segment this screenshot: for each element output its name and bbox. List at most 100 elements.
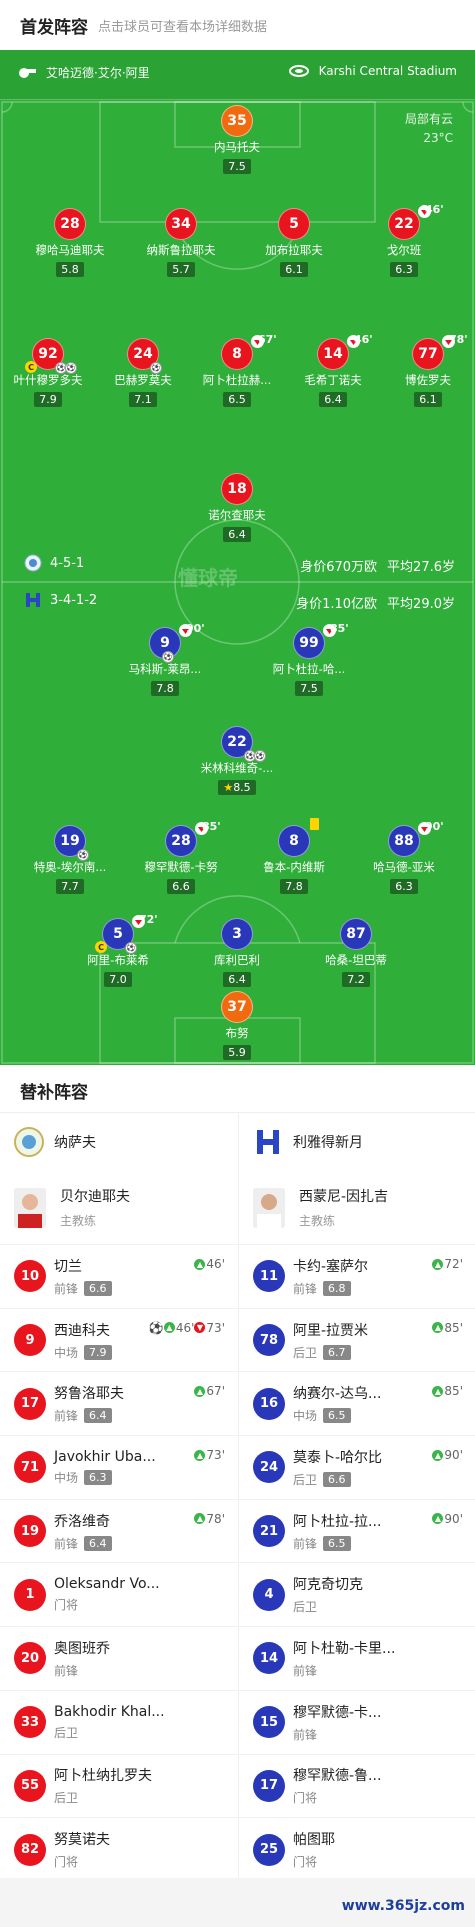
player-position: 后卫 [293, 1600, 318, 1615]
away-coach[interactable]: 西蒙尼-因扎吉 主教练 [239, 1171, 475, 1245]
player-home-3[interactable]: 34 纳斯鲁拉耶夫 5.7 [131, 208, 231, 277]
sub-player-row[interactable]: 55 阿卜杜纳扎罗夫 后卫 [0, 1755, 237, 1819]
player-rating: 6.5 [323, 1535, 351, 1551]
player-rating: 6.1 [414, 392, 442, 407]
sub-player-row[interactable]: 9 西迪科夫 中场 7.9 ⚽ ▲ 46' ▼ 73' [0, 1309, 237, 1373]
player-name: 毛希丁诺夫 [304, 373, 362, 387]
player-rating: 7.5 [223, 159, 251, 174]
player-position: 后卫 [293, 1472, 318, 1487]
player-home-7[interactable]: 24 ⚽ 巴赫罗莫夫 7.1 [93, 338, 193, 407]
player-home-9[interactable]: 14 46' 毛希丁诺夫 6.4 [283, 333, 383, 407]
away-team-age: 平均29.0岁 [387, 597, 455, 612]
player-home-10[interactable]: 77 78' 博佐罗夫 6.1 [378, 333, 475, 407]
player-position-line: 门将 [54, 1596, 160, 1613]
sub-player-row[interactable]: 78 阿里-拉贾米 后卫 6.7 ▲ 85' [239, 1309, 475, 1373]
sub-player-row[interactable]: 16 纳赛尔-达乌... 中场 6.5 ▲ 85' [239, 1372, 475, 1437]
away-team-header[interactable]: 利雅得新月 [239, 1113, 475, 1171]
jersey-number: 3 [221, 918, 253, 950]
sub-in-icon: ▲ [163, 1322, 175, 1334]
player-position: 后卫 [293, 1345, 318, 1360]
player-away-5[interactable]: 28 85' 穆罕默德-卡努 6.6 [131, 820, 231, 894]
player-away-3[interactable]: 22 ⚽ ⚽ 米林科维奇-... ★8.5 [187, 726, 287, 795]
player-away-gk[interactable]: 37 布努 5.9 [187, 991, 287, 1060]
player-name: 加布拉耶夫 [265, 243, 323, 257]
sub-event: ▲ 73' [194, 1448, 225, 1462]
jersey-number: 25 [253, 1833, 285, 1866]
player-away-4[interactable]: 19 ⚽ 特奥-埃尔南... 7.7 [20, 825, 120, 894]
sub-player-row[interactable]: 14 阿卜杜勒-卡里... 前锋 [239, 1627, 475, 1691]
sub-player-row[interactable]: 24 莫泰卜-哈尔比 后卫 6.6 ▲ 90' [239, 1436, 475, 1500]
sub-player-row[interactable]: 10 切兰 前锋 6.6 ▲ 46' [0, 1245, 237, 1309]
stadium-icon [288, 65, 309, 77]
sub-player-row[interactable]: 33 Bakhodir Khal... 后卫 [0, 1691, 237, 1755]
player-away-2[interactable]: 99 85' 阿卜杜拉-哈... 7.5 [259, 622, 359, 696]
player-position-line: 前锋 6.8 [293, 1280, 368, 1297]
player-name: 阿卜杜勒-卡里... [293, 1640, 396, 1657]
jersey-number: 28 85' [165, 820, 221, 857]
player-rating: 6.6 [323, 1471, 351, 1487]
sub-minute: 78' [206, 1511, 225, 1526]
away-team-stats: 身价1.10亿欧 平均29.0岁 [286, 593, 455, 612]
home-team-stats: 身价670万欧 平均27.6岁 [290, 556, 455, 575]
player-name: 乔洛维奇 [54, 1513, 110, 1530]
whistle-icon [19, 67, 36, 78]
jersey-number: 8 67' [221, 333, 277, 370]
sub-minute: 90' [444, 1448, 463, 1463]
sub-player-row[interactable]: 15 穆罕默德-卡... 前锋 [239, 1691, 475, 1755]
player-name: 戈尔班 [386, 243, 422, 257]
sub-player-row[interactable]: 1 Oleksandr Vo... 门将 [0, 1563, 237, 1628]
player-away-1[interactable]: 9 90' ⚽ 马科斯-莱昂... 7.8 [115, 622, 215, 696]
player-home-2[interactable]: 28 穆哈马迪耶夫 5.8 [20, 208, 120, 277]
player-position: 前锋 [293, 1727, 318, 1742]
yellow-card-icon [310, 818, 319, 830]
player-home-6[interactable]: 92 C ⚽ ⚽ 叶什穆罗多夫 7.9 [0, 338, 98, 407]
jersey-number: 21 [253, 1515, 285, 1548]
player-rating: 6.3 [390, 262, 418, 277]
sub-player-row[interactable]: 11 卡约-塞萨尔 前锋 6.8 ▲ 72' [239, 1245, 475, 1309]
player-away-9[interactable]: 3 库利巴利 6.4 [187, 918, 287, 987]
player-home-gk[interactable]: 35 内马托夫 7.5 [187, 105, 287, 174]
player-name: 哈桑-坦巴蒂 [325, 953, 387, 967]
stadium-name: Karshi Central Stadium [318, 64, 457, 78]
sub-player-row[interactable]: 19 乔洛维奇 前锋 6.4 ▲ 78' [0, 1500, 237, 1564]
player-name: 穆罕默德-卡努 [144, 860, 218, 874]
sub-player-row[interactable]: 17 穆罕默德-鲁... 门将 [239, 1755, 475, 1819]
jersey-number: 17 [253, 1769, 285, 1802]
weather-desc: 局部有云 [404, 112, 453, 126]
sub-player-row[interactable]: 17 努鲁洛耶夫 前锋 6.4 ▲ 67' [0, 1372, 237, 1437]
player-position: 前锋 [54, 1663, 79, 1678]
jersey-number: 55 [14, 1769, 46, 1802]
sub-event: ▲ 90' [432, 1512, 463, 1526]
player-away-6[interactable]: 8 鲁本-内维斯 7.8 [244, 818, 344, 894]
player-home-5[interactable]: 22 46' 戈尔班 6.3 [354, 203, 454, 277]
sub-minute-out: 73' [206, 1320, 225, 1335]
match-info-bar: 艾哈迈德·艾尔·阿里 Karshi Central Stadium [0, 50, 475, 100]
coach-role: 主教练 [60, 1214, 97, 1228]
sub-player-row[interactable]: 4 阿克奇切克 后卫 [239, 1563, 475, 1628]
player-home-4[interactable]: 5 加布拉耶夫 6.1 [244, 208, 344, 277]
sub-player-row[interactable]: 25 帕图耶 门将 [239, 1818, 475, 1882]
sub-player-row[interactable]: 21 阿卜杜拉-拉... 前锋 6.5 ▲ 90' [239, 1500, 475, 1564]
player-position-line: 门将 [54, 1853, 110, 1870]
home-coach[interactable]: 贝尔迪耶夫 主教练 [0, 1171, 237, 1245]
player-away-10[interactable]: 87 哈桑-坦巴蒂 7.2 [306, 918, 406, 987]
sub-player-row[interactable]: 71 Javokhir Uba... 中场 6.3 ▲ 73' [0, 1436, 237, 1500]
player-away-8[interactable]: 5 72' C ⚽ 阿里-布莱希 7.0 [68, 913, 168, 987]
player-home-8[interactable]: 8 67' 阿卜杜拉赫... 6.5 [187, 333, 287, 407]
player-name: 布努 [225, 1026, 249, 1040]
player-position-line: 前锋 6.6 [54, 1280, 112, 1297]
jersey-number: 88 90' [388, 820, 444, 857]
away-team-name: 利雅得新月 [293, 1135, 363, 1151]
player-position-line: 前锋 [54, 1662, 110, 1679]
jersey-number: 20 [14, 1642, 46, 1675]
sub-player-row[interactable]: 82 努莫诺夫 门将 [0, 1818, 237, 1882]
goal-icon: ⚽ [77, 849, 89, 861]
jersey-number: 15 [253, 1706, 285, 1739]
player-position: 中场 [54, 1470, 79, 1485]
player-away-7[interactable]: 88 90' 哈马德-亚米 6.3 [354, 820, 454, 894]
player-home-11[interactable]: 18 诺尔查耶夫 6.4 [187, 473, 287, 542]
player-name: 阿卜杜拉-哈... [272, 662, 346, 676]
player-position-line: 后卫 [54, 1789, 152, 1806]
home-team-header[interactable]: 纳萨夫 [0, 1113, 237, 1171]
sub-player-row[interactable]: 20 奥图班乔 前锋 [0, 1627, 237, 1691]
